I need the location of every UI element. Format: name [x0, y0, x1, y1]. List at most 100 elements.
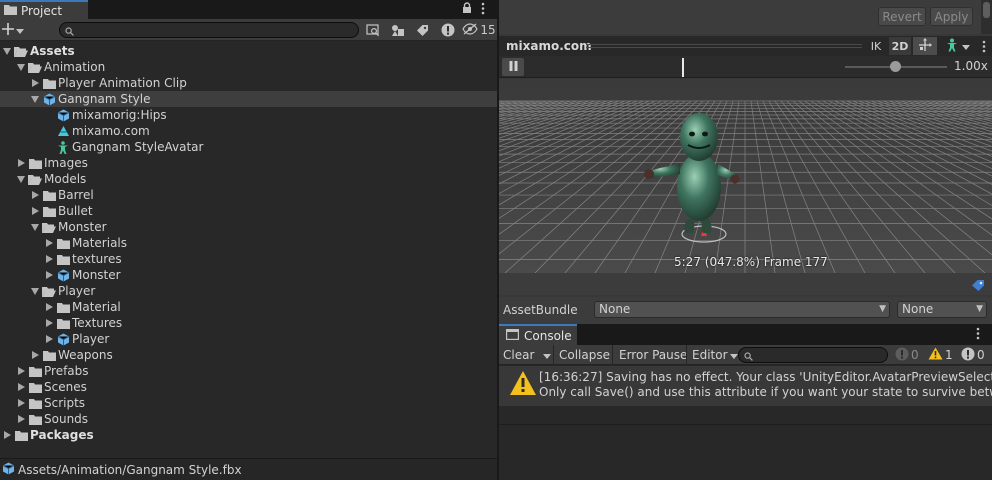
tree-item[interactable]: Prefabs: [0, 363, 497, 379]
error-count-toggle[interactable]: 0: [961, 345, 985, 365]
collapse-toggle[interactable]: Collapse: [559, 345, 610, 365]
tab-console[interactable]: Console: [499, 324, 577, 345]
collapsed-arrow-icon[interactable]: [30, 190, 40, 200]
tree-item-label: Gangnam Style: [58, 92, 151, 106]
asset-bundle-name-value: None: [599, 302, 631, 316]
expanded-arrow-icon[interactable]: [30, 286, 40, 296]
collapsed-arrow-icon[interactable]: [16, 414, 26, 424]
collapsed-arrow-icon[interactable]: [44, 238, 54, 248]
lock-icon[interactable]: [462, 2, 472, 17]
tree-item-label: Weapons: [58, 348, 113, 362]
tree-item[interactable]: Material: [0, 299, 497, 315]
folder-icon: [56, 317, 70, 329]
expanded-arrow-icon[interactable]: [16, 62, 26, 72]
expanded-arrow-icon[interactable]: [2, 46, 12, 56]
tree-item[interactable]: Images: [0, 155, 497, 171]
console-split-divider[interactable]: [499, 424, 992, 425]
tree-item[interactable]: Monster: [0, 219, 497, 235]
hidden-packages-toggle[interactable]: 15: [460, 20, 498, 40]
tree-item[interactable]: Scenes: [0, 379, 497, 395]
more-options-icon[interactable]: [480, 2, 486, 18]
asset-label-icon[interactable]: [971, 279, 985, 295]
filter-by-log-level-icon[interactable]: [435, 20, 460, 40]
warning-count-toggle[interactable]: 1: [928, 345, 953, 365]
tree-item[interactable]: Materials: [0, 235, 497, 251]
playback-speed-knob[interactable]: [890, 61, 901, 72]
tree-item[interactable]: Assets: [0, 43, 497, 59]
collapsed-arrow-icon[interactable]: [44, 270, 54, 280]
filter-by-label-icon[interactable]: [410, 20, 435, 40]
tab-project[interactable]: Project: [0, 0, 88, 19]
search-by-type-icon[interactable]: [360, 20, 385, 40]
tree-item[interactable]: Monster: [0, 267, 497, 283]
tree-item[interactable]: Scripts: [0, 395, 497, 411]
tree-item[interactable]: Models: [0, 171, 497, 187]
tree-item[interactable]: mixamo.com: [0, 123, 497, 139]
expanded-arrow-icon[interactable]: [30, 94, 40, 104]
pause-icon: [509, 60, 518, 74]
avatar-preview-dropdown[interactable]: [939, 37, 975, 55]
apply-button[interactable]: Apply: [930, 7, 973, 26]
tree-item[interactable]: textures: [0, 251, 497, 267]
console-search-input[interactable]: [738, 347, 888, 363]
collapsed-arrow-icon[interactable]: [30, 350, 40, 360]
chevron-down-icon[interactable]: [543, 348, 552, 362]
tree-item[interactable]: Weapons: [0, 347, 497, 363]
ik-toggle-button[interactable]: IK: [865, 37, 887, 55]
asset-bundle-variant-dropdown[interactable]: None ▼: [897, 301, 987, 318]
chevron-down-icon: [16, 23, 24, 37]
revert-button[interactable]: Revert: [878, 7, 926, 26]
scrollbar-thumb[interactable]: [983, 2, 990, 18]
editor-target-dropdown[interactable]: Editor: [692, 345, 738, 365]
tree-item[interactable]: Player: [0, 331, 497, 347]
tree-item[interactable]: Animation: [0, 59, 497, 75]
console-log-entry[interactable]: [16:36:27] Saving has no effect. Your cl…: [499, 366, 992, 406]
expanded-arrow-icon[interactable]: [16, 174, 26, 184]
collapsed-arrow-icon[interactable]: [2, 430, 12, 440]
asset-bundle-name-dropdown[interactable]: None ▼: [594, 301, 890, 318]
tree-item[interactable]: Packages: [0, 427, 497, 443]
inspector-scrollbar[interactable]: [981, 0, 992, 34]
log-message-line: Only call Save() and use this attribute …: [539, 385, 992, 399]
collapsed-arrow-icon[interactable]: [44, 334, 54, 344]
expanded-arrow-icon[interactable]: [30, 222, 40, 232]
error-pause-toggle[interactable]: Error Pause: [619, 345, 687, 365]
filter-by-type-icon[interactable]: [385, 20, 410, 40]
collapsed-arrow-icon[interactable]: [44, 254, 54, 264]
tree-item[interactable]: Gangnam Style: [0, 91, 497, 107]
collapsed-arrow-icon[interactable]: [30, 206, 40, 216]
collapsed-arrow-icon[interactable]: [44, 318, 54, 328]
tree-item[interactable]: Barrel: [0, 187, 497, 203]
header-drag-grip[interactable]: [586, 44, 862, 48]
info-count-toggle[interactable]: 0: [895, 345, 919, 365]
more-options-icon[interactable]: [975, 327, 981, 343]
tree-item[interactable]: Sounds: [0, 411, 497, 427]
collapsed-arrow-icon[interactable]: [16, 382, 26, 392]
collapsed-arrow-icon[interactable]: [16, 158, 26, 168]
pause-button[interactable]: [502, 58, 524, 76]
preview-clip-title: mixamo.com: [506, 39, 592, 53]
project-search-input[interactable]: [59, 22, 359, 38]
collapsed-arrow-icon[interactable]: [30, 78, 40, 88]
collapsed-arrow-icon[interactable]: [16, 398, 26, 408]
error-count: 0: [977, 348, 985, 362]
console-panel: Console Clear Collapse Error Pause Edito…: [499, 324, 992, 480]
animation-clip-icon: [56, 125, 70, 137]
tree-item-label: Textures: [72, 316, 123, 330]
tree-item[interactable]: mixamorig:Hips: [0, 107, 497, 123]
more-options-icon[interactable]: [977, 37, 991, 55]
2d-toggle-button[interactable]: 2D: [889, 37, 911, 55]
pivot-toggle-button[interactable]: [913, 37, 937, 55]
tree-item[interactable]: Textures: [0, 315, 497, 331]
tree-item[interactable]: Bullet: [0, 203, 497, 219]
folder-icon: [28, 397, 42, 409]
tree-item[interactable]: Player Animation Clip: [0, 75, 497, 91]
timeline-playhead[interactable]: [682, 58, 685, 77]
animation-preview-viewport[interactable]: 5:27 (047.8%) Frame 177: [499, 79, 992, 273]
clear-button[interactable]: Clear: [503, 345, 553, 365]
tree-item[interactable]: Gangnam StyleAvatar: [0, 139, 497, 155]
collapsed-arrow-icon[interactable]: [44, 302, 54, 312]
create-asset-button[interactable]: [2, 20, 30, 40]
tree-item[interactable]: Player: [0, 283, 497, 299]
collapsed-arrow-icon[interactable]: [16, 366, 26, 376]
